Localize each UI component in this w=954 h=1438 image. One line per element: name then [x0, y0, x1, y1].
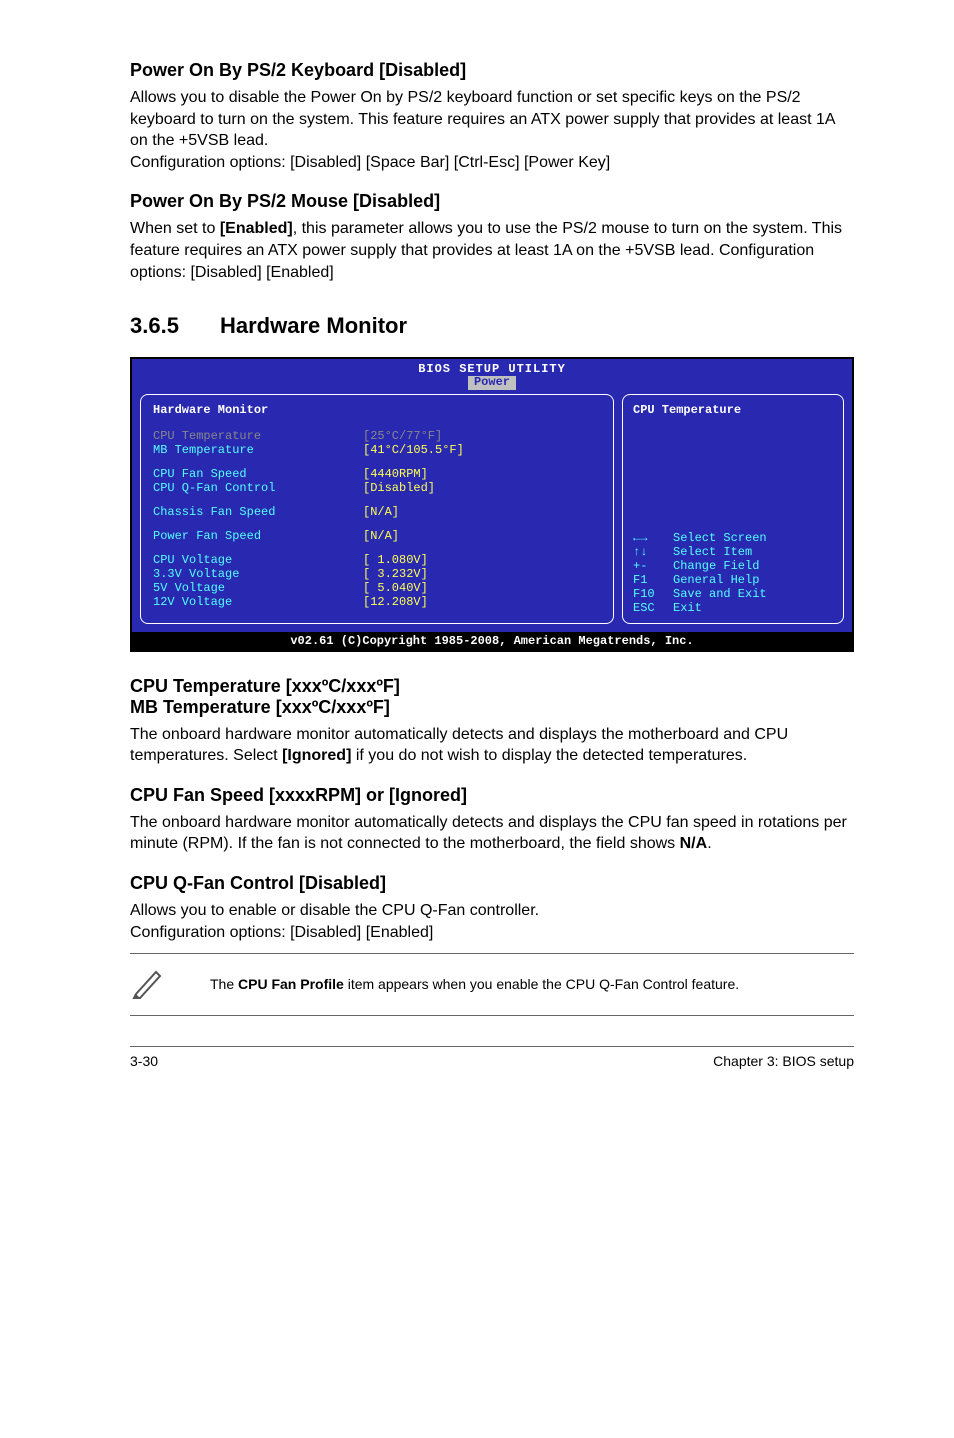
bios-label: MB Temperature — [153, 443, 363, 457]
bios-help-key: F10 — [633, 587, 673, 601]
note-icon — [130, 964, 210, 1005]
bios-help-key: ↑↓ — [633, 545, 673, 559]
heading-hardware-monitor: 3.6.5Hardware Monitor — [130, 313, 854, 339]
bios-help-text: Exit — [673, 601, 702, 615]
bios-panel-title: Hardware Monitor — [153, 403, 601, 417]
bios-screenshot: BIOS SETUP UTILITY Power Hardware Monito… — [130, 357, 854, 651]
text: The — [210, 976, 238, 992]
text-bold: [Enabled] — [220, 220, 293, 237]
bios-help-key: +- — [633, 559, 673, 573]
bios-value: [ 1.080V] — [363, 553, 428, 567]
text: . — [707, 835, 711, 852]
bios-group-fan1: CPU Fan Speed[4440RPM] CPU Q-Fan Control… — [153, 467, 601, 495]
text: if you do not wish to display the detect… — [351, 747, 747, 764]
note-box: The CPU Fan Profile item appears when yo… — [130, 953, 854, 1016]
heading-cpu-temp: CPU Temperature [xxxºC/xxxºF] — [130, 676, 854, 697]
heading-mb-temp: MB Temperature [xxxºC/xxxºF] — [130, 697, 854, 718]
body-ps2-keyboard: Allows you to disable the Power On by PS… — [130, 87, 854, 173]
text-bold: CPU Fan Profile — [238, 976, 344, 992]
heading-ps2-mouse: Power On By PS/2 Mouse [Disabled] — [130, 191, 854, 212]
page-number: 3-30 — [130, 1053, 158, 1069]
bios-label: Power Fan Speed — [153, 529, 363, 543]
bios-group-temp: CPU Temperature[25°C/77°F] MB Temperatur… — [153, 429, 601, 457]
bios-help-text: Save and Exit — [673, 587, 767, 601]
body-ps2-mouse: When set to [Enabled], this parameter al… — [130, 218, 854, 283]
bios-help-text: Select Screen — [673, 531, 767, 545]
bios-help-key: ESC — [633, 601, 673, 615]
bios-label: 12V Voltage — [153, 595, 363, 609]
bios-label: Chassis Fan Speed — [153, 505, 363, 519]
body-fan-speed: The onboard hardware monitor automatical… — [130, 812, 854, 855]
body-qfan: Allows you to enable or disable the CPU … — [130, 900, 854, 943]
text: When set to — [130, 220, 220, 237]
bios-group-volt: CPU Voltage[ 1.080V] 3.3V Voltage[ 3.232… — [153, 553, 601, 609]
bios-value: [ 5.040V] — [363, 581, 428, 595]
bios-help-list: ←→Select Screen ↑↓Select Item +-Change F… — [633, 531, 833, 615]
bios-value: [25°C/77°F] — [363, 429, 442, 443]
bios-group-fan2: Chassis Fan Speed[N/A] — [153, 505, 601, 519]
heading-qfan: CPU Q-Fan Control [Disabled] — [130, 873, 854, 894]
bios-value: [Disabled] — [363, 481, 435, 495]
bios-title-bar: BIOS SETUP UTILITY Power — [132, 359, 852, 389]
bios-right-panel: CPU Temperature ←→Select Screen ↑↓Select… — [622, 394, 844, 624]
bios-help-key: ←→ — [633, 531, 673, 545]
body-temp: The onboard hardware monitor automatical… — [130, 724, 854, 767]
bios-label: CPU Temperature — [153, 429, 363, 443]
chapter-label: Chapter 3: BIOS setup — [713, 1053, 854, 1069]
bios-label: 3.3V Voltage — [153, 567, 363, 581]
text: item appears when you enable the CPU Q-F… — [344, 976, 739, 992]
heading-ps2-keyboard: Power On By PS/2 Keyboard [Disabled] — [130, 60, 854, 81]
note-text: The CPU Fan Profile item appears when yo… — [210, 975, 739, 994]
bios-footer: v02.61 (C)Copyright 1985-2008, American … — [132, 632, 852, 650]
page-footer: 3-30 Chapter 3: BIOS setup — [130, 1046, 854, 1069]
bios-label: 5V Voltage — [153, 581, 363, 595]
section-title: Hardware Monitor — [220, 313, 407, 338]
bios-value: [4440RPM] — [363, 467, 428, 481]
text-bold: N/A — [680, 835, 708, 852]
bios-label: CPU Q-Fan Control — [153, 481, 363, 495]
bios-help-key: F1 — [633, 573, 673, 587]
bios-value: [12.208V] — [363, 595, 428, 609]
bios-label: CPU Voltage — [153, 553, 363, 567]
bios-value: [N/A] — [363, 505, 399, 519]
bios-tab-power: Power — [468, 376, 516, 389]
text-bold: [Ignored] — [282, 747, 351, 764]
bios-help-text: Select Item — [673, 545, 752, 559]
bios-left-panel: Hardware Monitor CPU Temperature[25°C/77… — [140, 394, 614, 624]
bios-group-fan3: Power Fan Speed[N/A] — [153, 529, 601, 543]
bios-label: CPU Fan Speed — [153, 467, 363, 481]
heading-fan-speed: CPU Fan Speed [xxxxRPM] or [Ignored] — [130, 785, 854, 806]
bios-value: [41°C/105.5°F] — [363, 443, 464, 457]
bios-value: [ 3.232V] — [363, 567, 428, 581]
section-number: 3.6.5 — [130, 313, 220, 339]
text: The onboard hardware monitor automatical… — [130, 814, 847, 853]
bios-right-title: CPU Temperature — [633, 403, 833, 417]
bios-help-text: Change Field — [673, 559, 759, 573]
bios-value: [N/A] — [363, 529, 399, 543]
bios-help-text: General Help — [673, 573, 759, 587]
